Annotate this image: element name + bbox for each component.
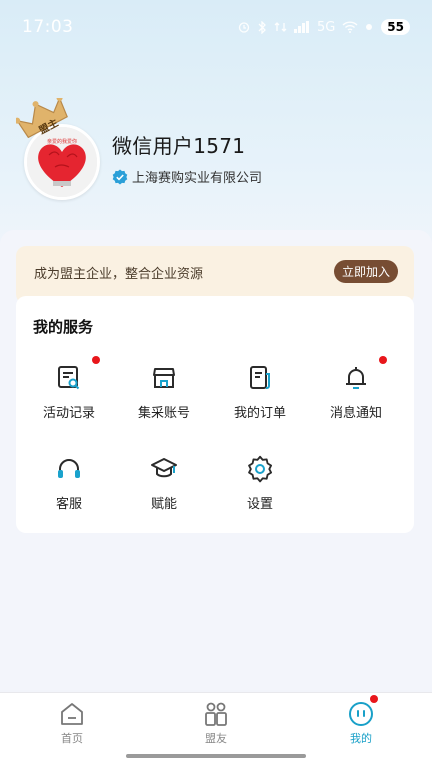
- svg-text:亲爱的我爱你: 亲爱的我爱你: [47, 138, 77, 145]
- company-row: 上海赛购实业有限公司: [112, 167, 262, 186]
- profile-header: 亲爱的我爱你 盟主 微信用户1571 上海赛购实业有限公司: [16, 98, 262, 200]
- services-card: 我的服务 活动记录 集采账号 我的订单 消息通知 客服 赋能 设置: [16, 296, 414, 533]
- home-indicator[interactable]: [126, 754, 306, 758]
- home-icon: [61, 703, 83, 725]
- service-my-orders[interactable]: 我的订单: [212, 364, 308, 434]
- service-empower[interactable]: 赋能: [116, 455, 212, 525]
- me-notify-dot: [370, 695, 378, 703]
- service-label: 集采账号: [137, 406, 190, 421]
- graduation-cap-icon: [151, 458, 177, 478]
- status-bar: 17:03 5G 55: [0, 0, 432, 54]
- service-label: 我的订单: [233, 406, 286, 421]
- nav-label: 盟友: [205, 732, 227, 745]
- alarm-icon: [238, 22, 250, 33]
- service-procurement-account[interactable]: 集采账号: [116, 364, 212, 434]
- nav-label: 我的: [350, 732, 372, 745]
- hotspot-icon: [366, 24, 373, 30]
- service-label: 消息通知: [329, 406, 382, 421]
- profile-face-icon: [349, 702, 373, 726]
- notifications-notify-dot: [379, 356, 387, 364]
- status-time: 17:03: [22, 17, 74, 37]
- activity-record-icon: [58, 366, 80, 390]
- data-sync-icon: [274, 22, 287, 32]
- service-customer-support[interactable]: 客服: [21, 455, 117, 525]
- service-settings[interactable]: 设置: [212, 455, 308, 525]
- wifi-icon: [342, 21, 358, 33]
- service-notifications[interactable]: 消息通知: [308, 364, 404, 434]
- store-icon: [153, 368, 175, 388]
- nav-item-home[interactable]: 首页: [37, 701, 107, 746]
- nav-item-allies[interactable]: 盟友: [181, 701, 251, 746]
- allies-icon: [205, 702, 227, 726]
- gear-icon: [248, 455, 273, 483]
- nav-label: 首页: [61, 732, 83, 745]
- services-title: 我的服务: [33, 318, 94, 336]
- service-activity-record[interactable]: 活动记录: [21, 364, 117, 434]
- nav-item-me[interactable]: 我的: [326, 701, 396, 746]
- status-right: 5G 55: [238, 19, 410, 35]
- promo-text: 成为盟主企业，整合企业资源: [34, 267, 204, 282]
- signal-icon: [293, 21, 309, 33]
- verified-badge-icon: [112, 169, 128, 184]
- bell-icon: [346, 367, 366, 389]
- profile-text: 微信用户1571 上海赛购实业有限公司: [112, 130, 262, 186]
- service-label: 客服: [55, 497, 82, 512]
- activity-record-notify-dot: [92, 356, 100, 364]
- avatar-wrap[interactable]: 亲爱的我爱你 盟主: [16, 98, 100, 200]
- headset-icon: [58, 459, 80, 478]
- battery-indicator: 55: [381, 19, 410, 35]
- bluetooth-icon: [258, 20, 266, 34]
- order-icon: [250, 366, 270, 389]
- network-type: 5G: [316, 19, 336, 35]
- user-name: 微信用户1571: [112, 134, 246, 158]
- service-label: 活动记录: [42, 406, 95, 421]
- service-label: 赋能: [150, 497, 177, 512]
- service-label: 设置: [246, 497, 273, 512]
- company-name: 上海赛购实业有限公司: [132, 171, 263, 186]
- join-now-button[interactable]: 立即加入: [333, 260, 398, 283]
- status-icons: 5G: [238, 20, 373, 35]
